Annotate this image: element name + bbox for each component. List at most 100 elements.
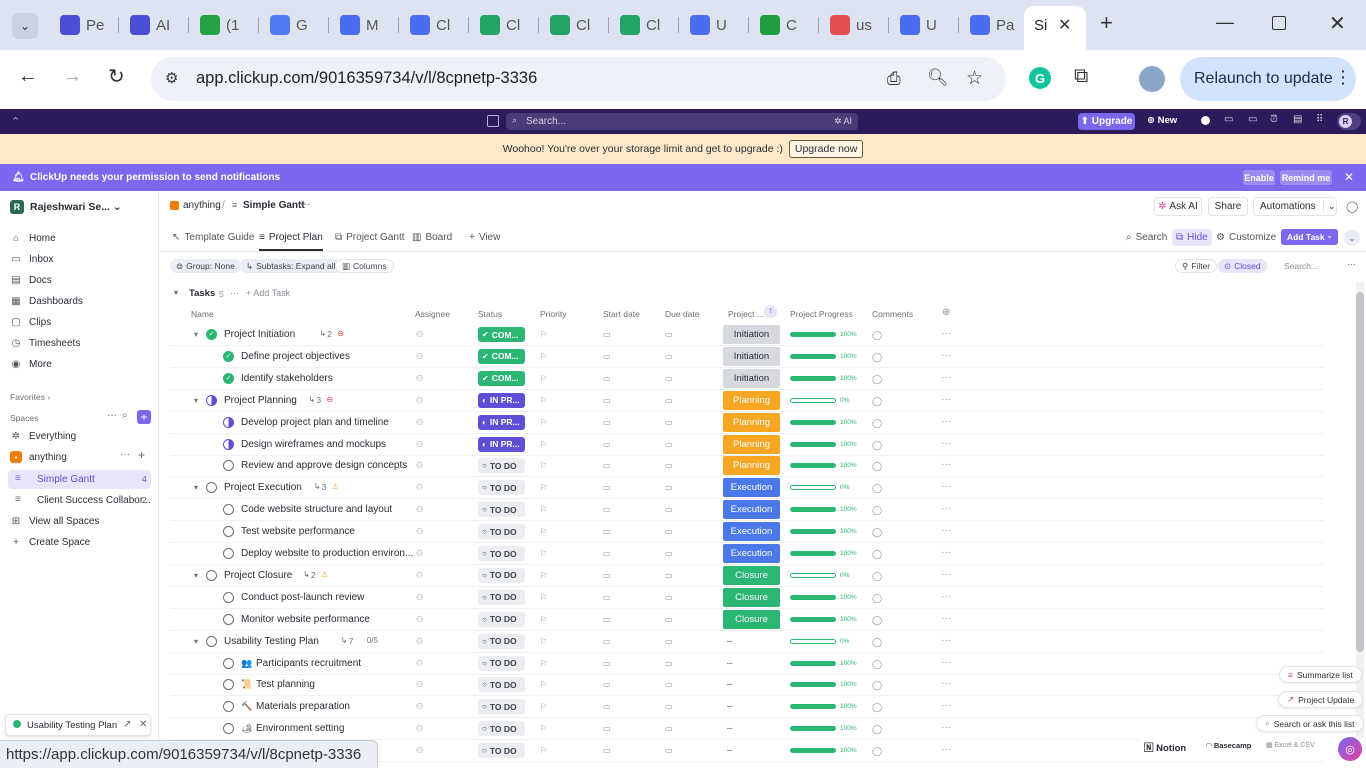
video-icon[interactable]: ▭: [1248, 114, 1257, 125]
table-row[interactable]: 👥 Participants recruitment ⚇ ○ TO DO ⚐ ▭ ▭ – 100%…: [170, 653, 1324, 675]
alarm-icon[interactable]: ⏰︎: [1270, 114, 1278, 125]
status-badge[interactable]: ○ TO DO: [478, 480, 525, 496]
status-todo-icon[interactable]: [206, 569, 217, 581]
sidebar-list-client-success[interactable]: ≡ Client Success Collabor... 2: [8, 491, 151, 510]
due-date-icon[interactable]: ▭: [665, 352, 673, 361]
new-button[interactable]: ⊕ New: [1147, 115, 1177, 126]
status-badge[interactable]: ○ TO DO: [478, 677, 525, 693]
comment-icon[interactable]: ◯: [872, 571, 882, 582]
assignee-icon[interactable]: ⚇: [416, 680, 423, 689]
ask-ai-button[interactable]: ✲ Ask AI: [1154, 197, 1202, 216]
row-more-icon[interactable]: ···: [941, 481, 951, 492]
task-name[interactable]: Project Closure: [224, 570, 292, 581]
assignee-icon[interactable]: ⚇: [416, 461, 423, 470]
task-name[interactable]: Test planning: [256, 679, 315, 690]
status-badge[interactable]: ○ TO DO: [478, 524, 525, 540]
project-update-button[interactable]: ↗ Project Update: [1278, 691, 1364, 708]
minimize-icon[interactable]: —: [1216, 12, 1234, 33]
status-todo-icon[interactable]: [223, 679, 234, 691]
start-date-icon[interactable]: ▭: [603, 637, 611, 646]
task-name[interactable]: Design wireframes and mockups: [241, 439, 386, 450]
column-header-1[interactable]: Assignee: [415, 309, 450, 319]
customize-button[interactable]: ⚙ Customize: [1216, 229, 1276, 246]
due-date-icon[interactable]: ▭: [665, 615, 673, 624]
extensions-icon[interactable]: ⧉: [1074, 65, 1088, 88]
comment-icon[interactable]: ◯: [872, 527, 882, 538]
phase-empty[interactable]: –: [727, 745, 733, 756]
table-row[interactable]: ▾ Usability Testing Plan 7 ↳ 0/5 ⚇ ○ TO DO ⚐ ▭ ▭ – 0…: [170, 631, 1324, 653]
table-row[interactable]: ▾ Project Execution 3 ↳ ⚠ ⚇ ○ TO DO ⚐ ▭ ▭ Execution…: [170, 477, 1324, 500]
breadcrumb-space[interactable]: anything: [183, 200, 221, 211]
column-header-2[interactable]: Status: [478, 309, 502, 319]
browser-tab[interactable]: Cl: [402, 9, 468, 41]
comment-icon[interactable]: ◯: [872, 724, 882, 735]
status-complete-icon[interactable]: ✓: [223, 350, 234, 362]
space-more-icon[interactable]: ···: [120, 449, 130, 460]
due-date-icon[interactable]: ▭: [665, 724, 673, 733]
status-badge[interactable]: ○ TO DO: [478, 611, 525, 627]
tab-project-gantt[interactable]: ⧉ Project Gantt: [335, 229, 405, 246]
browser-tab[interactable]: Pa: [962, 9, 1028, 41]
sort-up-icon[interactable]: ↑: [764, 305, 777, 318]
group-chip[interactable]: ⊜ Group: None: [170, 259, 241, 273]
clickup-logo-icon[interactable]: ⌃: [11, 115, 23, 128]
close-tab-icon[interactable]: ✕: [1058, 15, 1071, 35]
tab-project-plan[interactable]: ≡ Project Plan: [259, 229, 323, 251]
phase-badge[interactable]: Execution: [723, 522, 780, 542]
grammarly-icon[interactable]: G: [1029, 67, 1051, 89]
chevron-down-icon[interactable]: ⌄: [1326, 231, 1333, 240]
task-name[interactable]: Develop project plan and timeline: [241, 417, 389, 428]
due-date-icon[interactable]: ▭: [665, 418, 673, 427]
upgrade-now-button[interactable]: Upgrade now: [788, 140, 864, 158]
task-name[interactable]: Materials preparation: [256, 701, 350, 712]
hide-button[interactable]: ⧉ Hide: [1172, 229, 1212, 246]
row-more-icon[interactable]: ···: [941, 635, 951, 646]
active-tab[interactable]: Si ✕: [1024, 6, 1086, 50]
phase-badge[interactable]: Initiation: [723, 368, 780, 388]
task-name[interactable]: Identify stakeholders: [241, 373, 333, 384]
blocked-icon[interactable]: ⊖: [337, 329, 344, 338]
due-date-icon[interactable]: ▭: [665, 680, 673, 689]
due-date-icon[interactable]: ▭: [665, 637, 673, 646]
task-name[interactable]: Project Planning: [224, 395, 297, 406]
phase-badge[interactable]: Planning: [723, 456, 780, 476]
tab-board[interactable]: ▥ Board: [412, 229, 452, 246]
browser-tab[interactable]: U: [682, 9, 748, 41]
comment-icon[interactable]: ◯: [872, 746, 882, 757]
priority-flag-icon[interactable]: ⚐: [540, 615, 547, 624]
back-icon[interactable]: ←: [18, 65, 38, 88]
start-date-icon[interactable]: ▭: [603, 396, 611, 405]
assignee-icon[interactable]: ⚇: [416, 571, 423, 580]
table-row[interactable]: 📜 Test planning ⚇ ○ TO DO ⚐ ▭ ▭ – 100% ◯ ···: [170, 674, 1324, 697]
blocked-icon[interactable]: ⊖: [326, 395, 333, 404]
expand-icon[interactable]: ↗: [123, 719, 131, 730]
browser-tab[interactable]: Cl: [612, 9, 678, 41]
tab-search-button[interactable]: ⌄: [12, 13, 38, 39]
workspace-switcher[interactable]: Rajeshwari Se... ⌄: [30, 201, 122, 213]
status-todo-icon[interactable]: [223, 526, 234, 538]
due-date-icon[interactable]: ▭: [665, 374, 673, 383]
comment-icon[interactable]: ◯: [872, 374, 882, 385]
task-name[interactable]: Code website structure and layout: [241, 504, 392, 515]
due-date-icon[interactable]: ▭: [665, 746, 673, 755]
more-icon[interactable]: ···: [230, 288, 239, 298]
notion-import[interactable]: 🄽 Notion: [1144, 740, 1186, 754]
column-header-5[interactable]: Due date: [665, 309, 700, 319]
sidebar-item-docs[interactable]: ▤ Docs: [10, 271, 52, 289]
start-date-icon[interactable]: ▭: [603, 615, 611, 624]
sidebar-item-dashboards[interactable]: ▦ Dashboards: [10, 292, 83, 310]
task-name[interactable]: Environment setting: [256, 723, 344, 734]
status-badge[interactable]: ✔ COM...: [478, 370, 525, 386]
priority-flag-icon[interactable]: ⚐: [540, 440, 547, 449]
add-column-icon[interactable]: ⊕: [942, 307, 950, 318]
assignee-icon[interactable]: ⚇: [416, 702, 423, 711]
priority-flag-icon[interactable]: ⚐: [540, 724, 547, 733]
search-icon[interactable]: ⌕: [122, 410, 128, 421]
row-more-icon[interactable]: ···: [941, 678, 951, 689]
phase-badge[interactable]: Planning: [723, 412, 780, 432]
share-button[interactable]: Share: [1208, 197, 1248, 216]
priority-flag-icon[interactable]: ⚐: [540, 505, 547, 514]
assignee-icon[interactable]: ⚇: [416, 549, 423, 558]
priority-flag-icon[interactable]: ⚐: [540, 637, 547, 646]
due-date-icon[interactable]: ▭: [665, 440, 673, 449]
